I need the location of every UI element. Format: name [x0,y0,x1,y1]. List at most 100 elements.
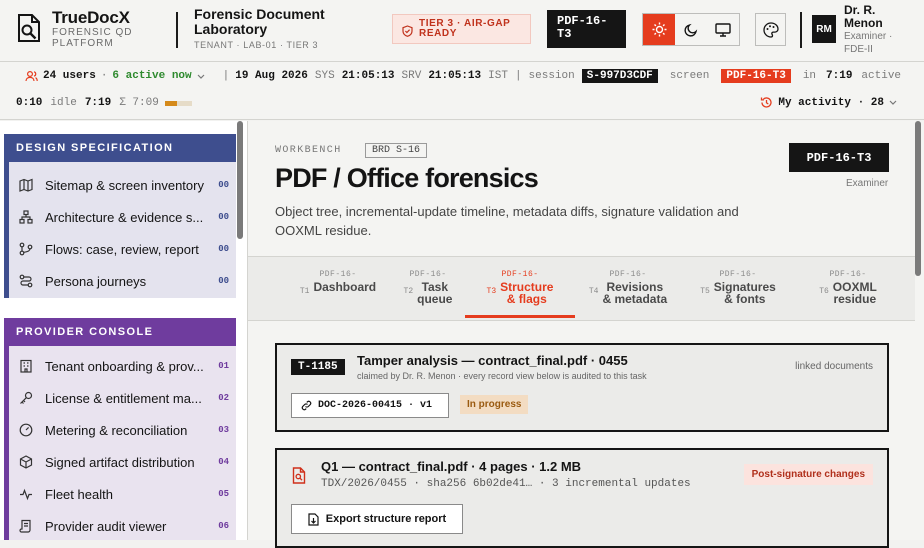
active-users[interactable]: 6 active now [112,70,191,82]
logo-icon [15,13,41,43]
users-icon [25,70,38,82]
sidebar-item-count: 01 [218,361,229,371]
theme-switcher [642,13,740,46]
tab-structure-flags[interactable]: PDF-16- T3 Structure & flags [465,270,575,305]
divider-2 [800,12,802,48]
sidebar-item-count: 06 [218,521,229,531]
session-label: session [528,70,575,82]
file-download-icon [308,512,319,526]
user-role: Examiner · [844,31,893,42]
role-label: Examiner [846,178,889,189]
shield-icon [402,25,413,37]
users-count[interactable]: 24 users [43,70,96,82]
tab-ooxml-residue[interactable]: PDF-16- T6 OOXML residue [798,270,898,305]
tab-code: PDF-16- [829,270,867,279]
export-structure-report-button[interactable]: Export structure report [291,504,463,534]
main-content: WORKBENCH BRD S-16 PDF-16-T3 Examiner PD… [247,121,924,548]
theme-light-button[interactable] [643,14,675,45]
sidebar-item-count: 00 [218,212,229,222]
sidebar-item-label: Flows: case, review, report [45,241,199,257]
linked-documents-label: linked documents [795,361,873,372]
tab-number: T3 [486,287,497,296]
tab-bar: PDF-16- T1 Dashboard PDF-16- T2 Task queue … [248,256,915,321]
avatar[interactable]: RM [812,15,836,43]
tab-dashboard[interactable]: PDF-16- T1 Dashboard [288,270,388,296]
sidebar-item-sitemap[interactable]: Sitemap & screen inventory 00 [19,169,229,201]
chevron-down-icon[interactable] [197,74,205,79]
task-claimed: claimed by Dr. R. Menon · every record v… [357,371,647,381]
workbench-label: WORKBENCH [275,145,342,156]
idle-label: idle [50,97,77,109]
design-spec-header[interactable]: DESIGN SPECIFICATION [4,134,236,162]
tab-revisions-metadata[interactable]: PDF-16- T4 Revisions & metadata [578,270,678,305]
section-accent [4,346,9,540]
brand-subtitle: FORENSIC QD [52,27,133,38]
sidebar-item-fleet-health[interactable]: Fleet health 05 [19,478,229,510]
key-icon [19,391,33,405]
sidebar-item-tenant-onboarding[interactable]: Tenant onboarding & prov... 01 [19,350,229,382]
sidebar-item-count: 05 [218,489,229,499]
scroll-icon [19,519,33,533]
brd-tag: BRD S-16 [365,143,428,158]
linked-document-chip[interactable]: DOC-2026-00415 · v1 [291,393,449,418]
sidebar-item-count: 00 [218,276,229,286]
sidebar-item-count: 04 [218,457,229,467]
tab-number: T2 [403,287,414,296]
document-meta: TDX/2026/0455 · sha256 6b02de41… · 3 inc… [321,478,691,490]
sidebar-item-audit-viewer[interactable]: Provider audit viewer 06 [19,510,229,542]
file-search-icon [292,467,306,484]
sidebar-item-metering[interactable]: Metering & reconciliation 03 [19,414,229,446]
palette-button[interactable] [755,13,786,46]
screen-label: screen [669,70,710,82]
tab-label: Dashboard [313,280,377,294]
export-button-label: Export structure report [325,513,447,525]
my-activity-button[interactable]: My activity · 28 [760,96,897,109]
chevron-down-icon [889,100,897,105]
tab-number: T6 [819,287,829,296]
sidebar: DESIGN SPECIFICATION Sitemap & screen in… [0,121,247,540]
timezone: IST [488,70,508,82]
status-row-2: 0:10 idle 7:19 Σ 7:09 [16,96,196,110]
provider-console-header[interactable]: PROVIDER CONSOLE [4,318,236,346]
screen-tag: PDF-16-T3 [789,143,889,172]
brand[interactable]: TrueDocX FORENSIC QD PLATFORM [52,9,133,50]
sys-label: SYS [314,70,335,82]
user-menu[interactable]: Dr. R. Menon Examiner · FDE-II [844,4,924,56]
tab-label-2: queue [417,292,453,306]
brand-subtitle-2: PLATFORM [52,38,114,49]
theme-dark-button[interactable] [675,14,707,45]
tab-signatures-fonts[interactable]: PDF-16- T5 Signatures & fonts [688,270,788,305]
sidebar-item-artifact-distribution[interactable]: Signed artifact distribution 04 [19,446,229,478]
sidebar-item-count: 00 [218,180,229,190]
task-card: T-1185 Tamper analysis — contract_final.… [275,343,889,432]
tab-code: PDF-16- [609,270,647,279]
srv-time: 21:05:13 [428,70,482,82]
sidebar-item-label: Provider audit viewer [45,518,167,534]
date: 19 Aug 2026 [235,70,308,82]
screen-id-line-2: T3 [557,27,572,41]
sidebar-item-architecture[interactable]: Architecture & evidence s... 00 [19,201,229,233]
sidebar-item-license[interactable]: License & entitlement ma... 02 [19,382,229,414]
design-spec-section: Sitemap & screen inventory 00 Architectu… [4,162,236,298]
theme-system-button[interactable] [707,14,739,45]
tab-code: PDF-16- [319,270,357,279]
tab-task-queue[interactable]: PDF-16- T2 Task queue [388,270,468,305]
route-icon [19,274,33,288]
sun-icon [652,22,667,37]
sidebar-scrollbar[interactable] [237,121,243,239]
lab-info: Forensic Document Laboratory TENANT · LA… [194,7,354,51]
section-accent [4,162,9,298]
in-label: in [802,70,817,82]
main-scrollbar[interactable] [915,121,921,276]
total-time: Σ 7:09 [119,97,159,109]
sidebar-item-personas[interactable]: Persona journeys 00 [19,265,229,297]
tab-number: T1 [299,287,310,296]
sidebar-item-label: Persona journeys [45,273,147,289]
sidebar-item-flows[interactable]: Flows: case, review, report 00 [19,233,229,265]
task-id[interactable]: T-1185 [291,359,345,375]
sidebar-item-count: 00 [218,244,229,254]
sys-time: 21:05:13 [341,70,395,82]
sidebar-item-count: 02 [218,393,229,403]
tab-code: PDF-16- [719,270,757,279]
lab-tenant: TENANT · LAB-01 · TIER 3 [194,40,319,50]
